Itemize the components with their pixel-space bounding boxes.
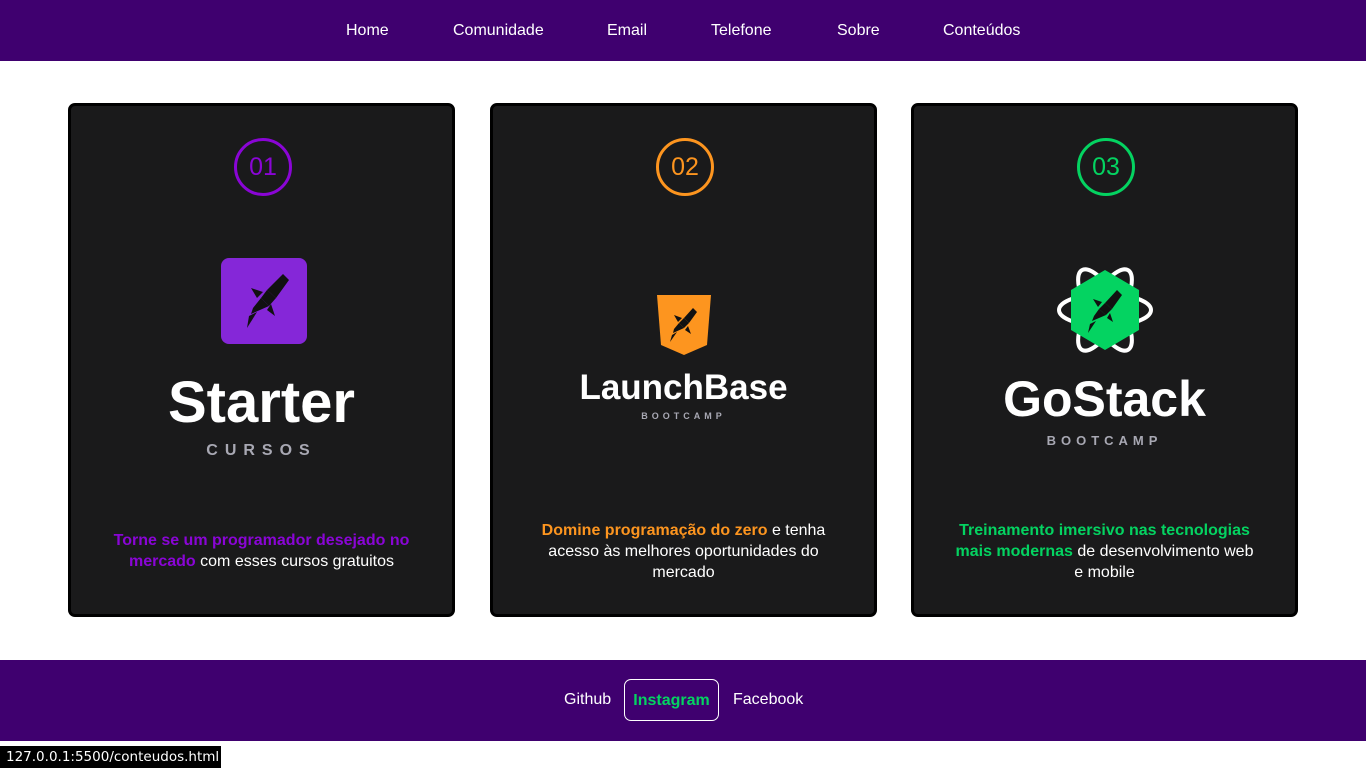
footer-facebook-link[interactable]: Facebook (733, 679, 803, 721)
brand-subtitle: BOOTCAMP (1046, 433, 1163, 448)
rocket-logo-shield-icon (657, 295, 711, 355)
card-description-text: com esses cursos gratuitos (195, 553, 394, 570)
top-nav: Home Comunidade Email Telefone Sobre Con… (0, 0, 1366, 61)
card-description-highlight: Domine programação do zero (541, 522, 768, 539)
course-card-gostack[interactable]: 03 GoStack BOOTCAMP Treinamento imersivo… (911, 103, 1298, 617)
card-description: Treinamento imersivo nas tecnologias mai… (954, 520, 1255, 583)
footer: Github Instagram Facebook (0, 660, 1366, 741)
rocket-logo-atom-hexagon-icon (1057, 267, 1153, 353)
brand-subtitle: BOOTCAMP (641, 411, 726, 421)
course-card-starter[interactable]: 01 Starter CURSOS Torne se um programado… (68, 103, 455, 617)
nav-home-link[interactable]: Home (346, 0, 389, 61)
brand-name: Starter (168, 370, 355, 435)
rocket-logo-square-icon (221, 258, 307, 344)
nav-telefone-link[interactable]: Telefone (711, 0, 772, 61)
card-number-badge: 03 (1077, 138, 1135, 196)
brand-name: LaunchBase (579, 368, 788, 407)
footer-instagram-link[interactable]: Instagram (624, 679, 719, 721)
link-status-bar: 127.0.0.1:5500/conteudos.html (0, 746, 221, 768)
footer-github-link[interactable]: Github (564, 679, 611, 721)
card-number-badge: 02 (656, 138, 714, 196)
brand-name: GoStack (1003, 371, 1206, 427)
card-number-badge: 01 (234, 138, 292, 196)
card-description-text: de desenvolvimento web e mobile (1072, 543, 1254, 581)
nav-sobre-link[interactable]: Sobre (837, 0, 880, 61)
course-card-launchbase[interactable]: 02 LaunchBase BOOTCAMP Domine programaçã… (490, 103, 877, 617)
nav-conteudos-link[interactable]: Conteúdos (943, 0, 1020, 61)
nav-email-link[interactable]: Email (607, 0, 647, 61)
card-description: Domine programação do zero e tenha acess… (533, 520, 834, 583)
nav-comunidade-link[interactable]: Comunidade (453, 0, 544, 61)
card-description: Torne se um programador desejado no merc… (111, 530, 412, 572)
brand-subtitle: CURSOS (206, 442, 317, 459)
